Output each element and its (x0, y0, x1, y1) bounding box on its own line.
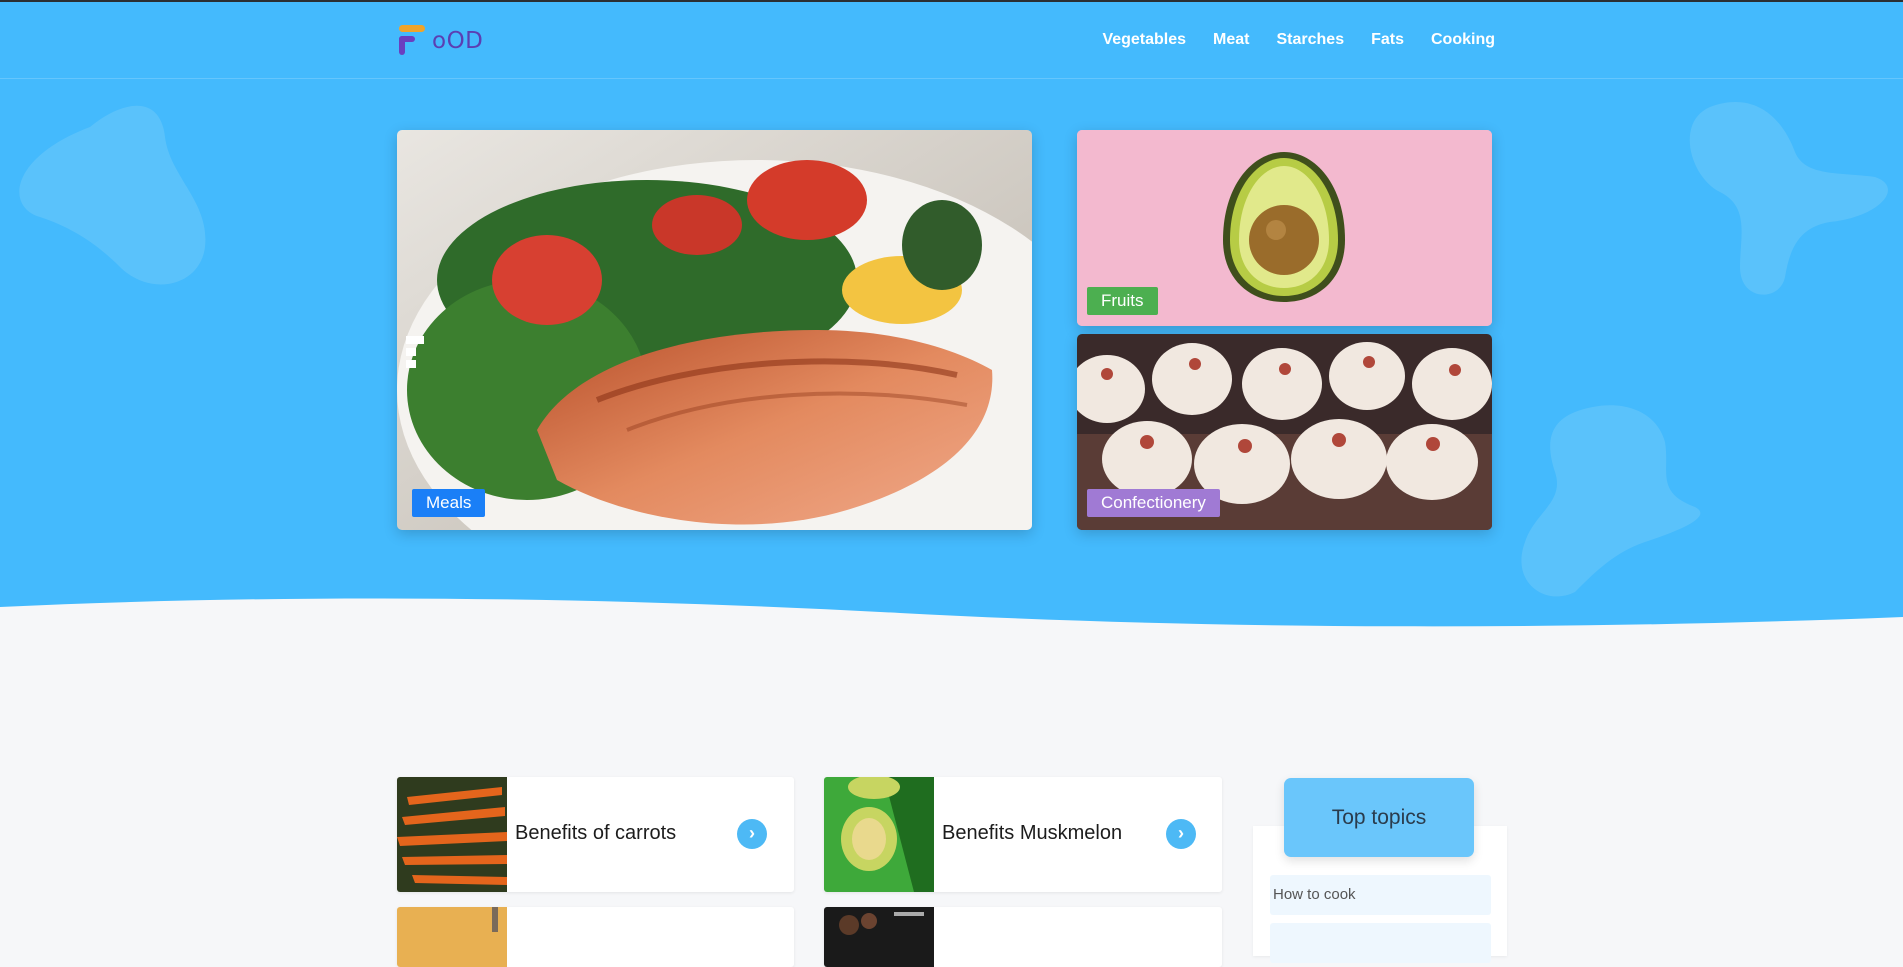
article-thumbnail (824, 907, 934, 967)
hero-section: oOD Vegetables Meat Starches Fats Cookin… (0, 2, 1903, 632)
nav-item-starches[interactable]: Starches (1277, 31, 1345, 49)
salmon-salad-image (397, 130, 1032, 530)
article-card-3[interactable] (397, 907, 794, 967)
top-topics-title: Top topics (1284, 778, 1474, 857)
tag-confectionery[interactable]: Confectionery (1087, 489, 1220, 517)
confectionery-card[interactable]: Confectionery (1077, 334, 1492, 530)
wave-divider (0, 598, 1903, 645)
article-card-muskmelon[interactable]: Benefits Muskmelon › (824, 777, 1222, 892)
slider-indicator[interactable] (406, 336, 424, 372)
fruits-card[interactable]: Fruits (1077, 130, 1492, 326)
nav-item-meat[interactable]: Meat (1213, 31, 1249, 49)
nav-item-cooking[interactable]: Cooking (1431, 31, 1495, 49)
muskmelon-thumbnail (824, 777, 934, 892)
carrots-thumbnail (397, 777, 507, 892)
chevron-right-icon[interactable]: › (737, 819, 767, 849)
article-title[interactable]: Benefits Muskmelon (942, 822, 1122, 845)
article-thumbnail (397, 907, 507, 967)
article-title[interactable]: Benefits of carrots (515, 822, 676, 845)
tag-fruits[interactable]: Fruits (1087, 287, 1158, 315)
topic-item[interactable] (1270, 923, 1491, 963)
logo-text: oOD (432, 28, 484, 54)
decorative-blob-right-top (1689, 102, 1888, 295)
nav-links: Vegetables Meat Starches Fats Cooking (1102, 31, 1495, 49)
site-logo[interactable]: oOD (398, 22, 488, 62)
nav-item-vegetables[interactable]: Vegetables (1102, 31, 1186, 49)
topic-item[interactable]: How to cook (1270, 875, 1491, 915)
tag-meals[interactable]: Meals (412, 489, 486, 517)
decorative-blob-left (19, 105, 206, 285)
nav-item-fats[interactable]: Fats (1371, 31, 1404, 49)
meals-card[interactable]: Meals (397, 130, 1032, 530)
article-card-4[interactable] (824, 907, 1222, 967)
navbar: oOD Vegetables Meat Starches Fats Cookin… (0, 2, 1903, 79)
decorative-blob-right-bottom (1521, 405, 1701, 597)
logo-mark-icon (399, 25, 425, 55)
article-card-carrots[interactable]: Benefits of carrots › (397, 777, 794, 892)
chevron-right-icon[interactable]: › (1166, 819, 1196, 849)
